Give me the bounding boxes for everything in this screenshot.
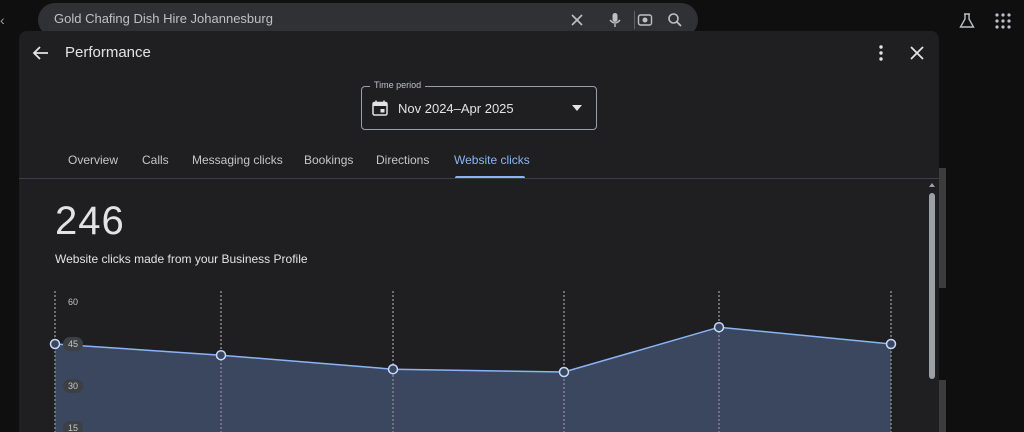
time-period-value: Nov 2024–Apr 2025 [398,101,514,116]
scroll-up-arrow-icon[interactable] [929,183,935,187]
y-tick-label: 30 [68,381,78,391]
tab-overview[interactable]: Overview [68,153,118,167]
metric-label: Website clicks made from your Business P… [55,252,308,266]
y-tick-label: 60 [68,297,78,307]
data-point [885,338,897,350]
close-icon[interactable] [568,11,586,29]
area-fill [55,327,891,432]
search-divider [634,11,635,29]
search-input[interactable]: Gold Chafing Dish Hire Johannesburg [54,11,273,26]
camera-lens-icon[interactable] [636,11,654,29]
dialog-title: Performance [65,44,151,61]
tab-website-clicks[interactable]: Website clicks [454,153,530,167]
website-clicks-chart: 60 45 30 15 [49,291,897,432]
tab-bar: Overview Calls Messaging clicks Bookings… [19,151,939,179]
chevron-left-icon[interactable]: ‹ [0,10,6,30]
arrow-back-icon[interactable] [31,43,51,63]
close-icon[interactable] [907,43,927,63]
y-tick-label: 45 [68,339,78,349]
more-vert-icon[interactable] [871,43,891,63]
calendar-icon [372,100,388,116]
time-period-select[interactable]: Time period Nov 2024–Apr 2025 [361,80,597,130]
metric-value: 246 [55,199,125,243]
tab-messaging-clicks[interactable]: Messaging clicks [192,153,283,167]
apps-grid-icon[interactable] [994,12,1012,30]
tab-bookings[interactable]: Bookings [304,153,353,167]
tab-calls[interactable]: Calls [142,153,169,167]
tabs-divider [19,178,939,179]
y-tick-label: 15 [68,423,78,432]
flask-icon[interactable] [958,12,976,30]
data-point [713,321,725,333]
data-point [215,349,227,361]
tab-directions[interactable]: Directions [376,153,429,167]
data-point [558,366,570,378]
performance-dialog: Performance Time period Nov 2024–Apr 202… [19,31,939,432]
background-panel [938,168,946,288]
caret-down-icon [572,105,582,111]
microphone-icon[interactable] [606,11,624,29]
data-point [49,338,61,350]
background-panel [938,380,946,432]
time-period-label: Time period [370,80,426,90]
search-icon[interactable] [666,11,684,29]
data-point [387,363,399,375]
